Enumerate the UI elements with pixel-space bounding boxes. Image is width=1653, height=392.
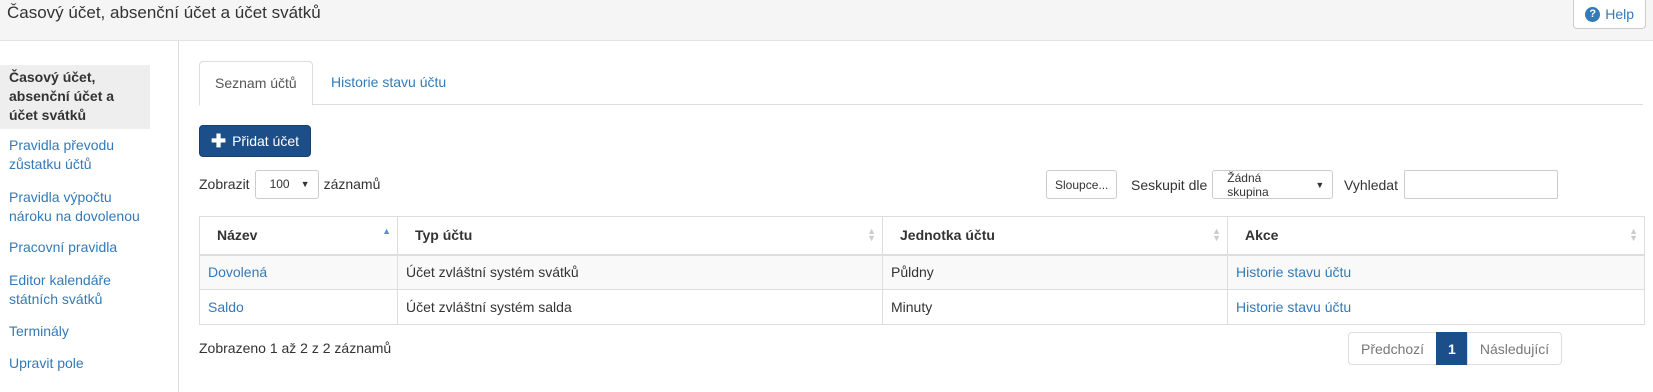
plus-icon: ✚ bbox=[210, 131, 227, 151]
tab-account-history[interactable]: Historie stavu účtu bbox=[316, 61, 461, 106]
group-by-control: Seskupit dle Žádná skupina ▼ bbox=[1131, 170, 1334, 199]
search-input[interactable] bbox=[1403, 170, 1558, 199]
column-header-actions[interactable]: Akce ▲ ▼ bbox=[1227, 216, 1645, 256]
cell-action: Historie stavu účtu bbox=[1227, 254, 1645, 290]
column-header-label: Typ účtu bbox=[415, 227, 473, 244]
tab-bar: Seznam účtů Historie stavu účtu bbox=[199, 61, 1643, 106]
table-row: Saldo Účet zvláštní systém salda Minuty … bbox=[199, 289, 1645, 325]
sidebar-item-holiday-calendar[interactable]: Editor kalendáře státních svátků bbox=[0, 271, 158, 309]
column-header-unit[interactable]: Jednotka účtu ▲ ▼ bbox=[882, 216, 1228, 256]
column-header-name[interactable]: Název ▲ bbox=[199, 216, 398, 256]
group-by-label: Seskupit dle bbox=[1131, 176, 1208, 193]
sort-icon: ▲ ▼ bbox=[1212, 226, 1221, 243]
group-by-select[interactable]: Žádná skupina ▼ bbox=[1212, 170, 1334, 199]
next-page-button[interactable]: Následující bbox=[1466, 332, 1563, 365]
cell-action: Historie stavu účtu bbox=[1227, 289, 1645, 325]
pagination: Předchozí 1 Následující bbox=[1348, 332, 1563, 365]
account-name-link[interactable]: Dovolená bbox=[208, 264, 267, 280]
table-info: Zobrazeno 1 až 2 z 2 záznamů bbox=[199, 340, 392, 356]
sidebar-item-work-rules[interactable]: Pracovní pravidla bbox=[0, 238, 158, 257]
sort-icon: ▲ ▼ bbox=[867, 226, 876, 243]
cell-name: Saldo bbox=[199, 289, 398, 325]
page-size-select[interactable]: 100 ▼ bbox=[254, 169, 319, 199]
sidebar: Časový účet, absenční účet a účet svátků… bbox=[0, 41, 179, 392]
caret-down-icon: ▼ bbox=[1315, 179, 1325, 190]
cell-unit: Půldny bbox=[882, 254, 1228, 290]
sidebar-item-balance-transfer-rules[interactable]: Pravidla převodu zůstatku účtů bbox=[0, 136, 158, 174]
cell-type: Účet zvláštní systém svátků bbox=[397, 254, 883, 290]
sidebar-item-edit-fields[interactable]: Upravit pole bbox=[0, 354, 158, 373]
search-label: Vyhledat bbox=[1344, 176, 1398, 193]
top-bar: Časový účet, absenční účet a účet svátků… bbox=[0, 0, 1653, 41]
caret-down-icon: ▼ bbox=[300, 179, 310, 189]
sidebar-item-terminals[interactable]: Terminály bbox=[0, 322, 158, 341]
accounts-table: Název ▲ Typ účtu ▲ ▼ Jednotka účtu ▲ ▼ Akc… bbox=[199, 216, 1645, 325]
add-account-label: Přidat účet bbox=[232, 133, 300, 149]
history-link[interactable]: Historie stavu účtu bbox=[1236, 299, 1351, 315]
search-control: Vyhledat bbox=[1344, 170, 1558, 199]
sidebar-item-time-account[interactable]: Časový účet, absenční účet a účet svátků bbox=[0, 65, 150, 129]
cell-type: Účet zvláštní systém salda bbox=[397, 289, 883, 325]
help-label: Help bbox=[1605, 6, 1634, 22]
page-title: Časový účet, absenční účet a účet svátků bbox=[7, 3, 321, 22]
columns-button[interactable]: Sloupce... bbox=[1046, 170, 1118, 199]
help-button[interactable]: ? Help bbox=[1573, 0, 1646, 29]
sidebar-item-vacation-rules[interactable]: Pravidla výpočtu nároku na dovolenou bbox=[0, 188, 158, 226]
history-link[interactable]: Historie stavu účtu bbox=[1236, 264, 1351, 280]
records-label: záznamů bbox=[323, 176, 381, 192]
column-header-label: Název bbox=[217, 227, 258, 244]
previous-page-button[interactable]: Předchozí bbox=[1348, 332, 1438, 365]
add-account-button[interactable]: ✚ Přidat účet bbox=[199, 125, 311, 157]
column-header-type[interactable]: Typ účtu ▲ ▼ bbox=[397, 216, 883, 256]
main-content: Seznam účtů Historie stavu účtu ✚ Přidat… bbox=[180, 41, 1653, 392]
sort-asc-icon: ▲ bbox=[382, 226, 391, 236]
cell-unit: Minuty bbox=[882, 289, 1228, 325]
sort-icon: ▲ ▼ bbox=[1629, 226, 1638, 243]
page-size-value: 100 bbox=[269, 177, 290, 191]
current-page-button[interactable]: 1 bbox=[1436, 332, 1468, 365]
column-header-label: Jednotka účtu bbox=[900, 227, 995, 244]
table-row: Dovolená Účet zvláštní systém svátků Půl… bbox=[199, 254, 1645, 290]
tab-account-list[interactable]: Seznam účtů bbox=[199, 61, 313, 106]
cell-name: Dovolená bbox=[199, 254, 398, 290]
question-icon: ? bbox=[1585, 6, 1601, 22]
column-header-label: Akce bbox=[1245, 227, 1279, 244]
group-by-value: Žádná skupina bbox=[1227, 170, 1269, 199]
page-size-control: Zobrazit 100 ▼ záznamů bbox=[199, 169, 380, 199]
show-label: Zobrazit bbox=[199, 176, 250, 192]
account-name-link[interactable]: Saldo bbox=[208, 299, 244, 315]
table-header-row: Název ▲ Typ účtu ▲ ▼ Jednotka účtu ▲ ▼ Akc… bbox=[199, 216, 1645, 256]
